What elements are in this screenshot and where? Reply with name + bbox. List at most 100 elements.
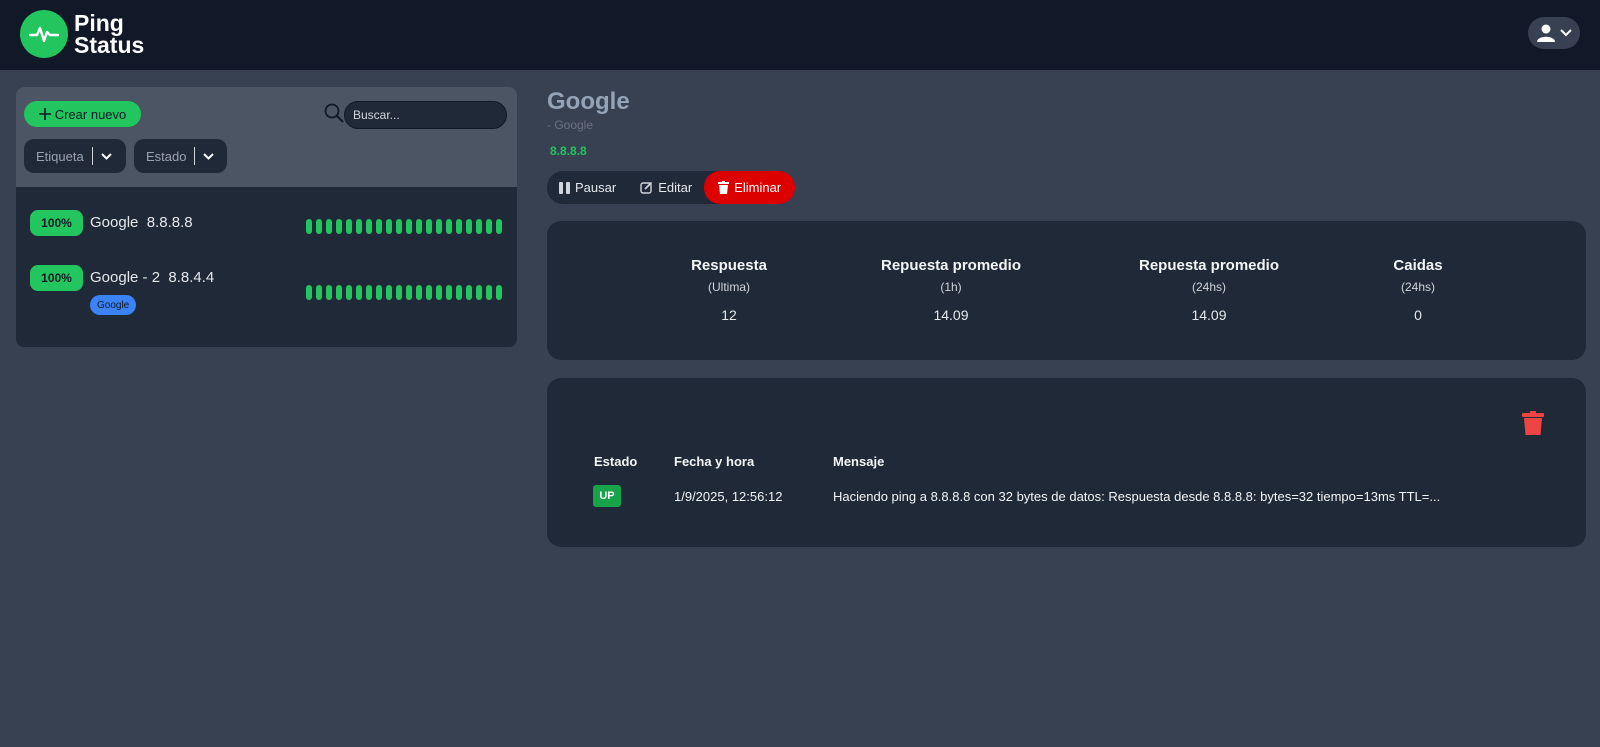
user-menu-button[interactable] [1528,17,1580,49]
heartbeat-tick [326,285,332,300]
filter-divider [194,147,196,165]
clear-events-trash-icon[interactable] [1522,411,1544,435]
stat-subtitle: (1h) [940,280,962,294]
heartbeat-tick [496,285,502,300]
heartbeat-tick [336,219,342,234]
heartbeat-tick [316,219,322,234]
heartbeat-tick [366,219,372,234]
stat-subtitle: (24hs) [1191,280,1226,294]
stat-title: Repuesta promedio [1138,257,1280,274]
event-datetime: 1/9/2025, 12:56:12 [674,489,783,504]
uptime-badge: 100% [30,265,83,291]
monitor-tag-badge: Google [90,295,137,315]
heartbeat-tick [476,285,482,300]
col-header-message: Mensaje [833,454,885,469]
heartbeat-tick [376,285,382,300]
col-header-status: Estado [594,454,638,469]
monitor-actions: Pausar Editar Eliminar [547,171,796,204]
stat-value: 14.09 [1191,307,1227,323]
heartbeat-tick [436,285,442,300]
stat-last-response: Respuesta (Ultima) 12 [629,257,829,323]
heartbeat-tick [446,219,452,234]
logo-line-1: Ping [74,10,124,36]
monitor-list-panel: Crear nuevo Etiqueta Estado 100% Google … [16,87,517,347]
heartbeat-tick [396,285,402,300]
monitor-host: 8.8.8.8 [146,214,193,231]
heartbeat-tick [466,219,472,234]
pulse-icon [20,10,68,58]
pause-button[interactable]: Pausar [547,171,628,204]
heartbeat-tick [406,285,412,300]
heartbeat-tick [436,219,442,234]
monitor-host-link[interactable]: 8.8.8.8 [550,144,587,158]
heartbeat-tick [366,285,372,300]
heartbeat-tick [356,285,362,300]
uptime-badge: 100% [30,210,83,236]
heartbeat-tick [426,219,432,234]
trash-icon [718,181,730,194]
filter-divider [91,147,93,165]
monitor-list-controls: Crear nuevo Etiqueta Estado [16,87,517,187]
monitor-item[interactable]: 100% Google - 2 8.8.4.4 Google [16,253,517,333]
monitor-name: Google - 2 8.8.4.4 [90,269,214,286]
stats-card: Respuesta (Ultima) 12 Repuesta promedio … [547,221,1586,360]
stat-downtime-24h: Caidas (24hs) 0 [1318,257,1518,323]
monitor-item[interactable]: 100% Google 8.8.8.8 [16,195,517,253]
search-icon [324,103,344,123]
status-filter-dropdown[interactable]: Estado [134,139,227,173]
app-logo[interactable]: Ping Status [20,10,144,58]
heartbeat-tick [346,285,352,300]
plus-icon [38,108,51,120]
delete-button[interactable]: Eliminar [704,171,796,204]
monitor-host: 8.8.4.4 [168,269,215,286]
col-header-datetime: Fecha y hora [674,454,755,469]
monitor-title: Google [547,88,630,115]
heartbeat-tick [306,219,312,234]
create-monitor-button[interactable]: Crear nuevo [24,101,141,127]
heartbeat-tick [356,219,362,234]
heartbeat-tick [336,285,342,300]
stat-avg-response-1h: Repuesta promedio (1h) 14.09 [851,257,1051,323]
heartbeat-tick [386,285,392,300]
heartbeat-tick [466,285,472,300]
heartbeat-tick [346,219,352,234]
stat-avg-response-24h: Repuesta promedio (24hs) 14.09 [1109,257,1309,323]
stat-title: Repuesta promedio [880,257,1022,274]
heartbeat-tick [386,219,392,234]
stat-subtitle: (Ultima) [708,280,750,294]
pause-icon [559,181,570,194]
chevron-down-icon [1560,29,1572,37]
heartbeat-tick [496,219,502,234]
stat-subtitle: (24hs) [1400,280,1435,294]
chevron-down-icon [203,152,215,160]
app-name: Ping Status [74,10,145,58]
search-input[interactable] [344,101,507,129]
edit-label: Editar [658,180,693,195]
heartbeat-tick [416,219,422,234]
heartbeat-tick [446,285,452,300]
tag-filter-dropdown[interactable]: Etiqueta [24,139,126,173]
pause-label: Pausar [575,180,617,195]
heartbeat-tick [306,285,312,300]
stat-value: 14.09 [933,307,969,323]
stat-value: 0 [1414,307,1422,323]
heartbeat-tick [486,219,492,234]
monitor-subtitle: - Google [547,118,594,132]
stat-title: Respuesta [691,257,767,274]
heartbeat-bar [306,219,502,234]
stat-title: Caidas [1393,257,1443,274]
heartbeat-tick [396,219,402,234]
heartbeat-tick [416,285,422,300]
user-icon [1537,24,1555,42]
monitor-label: Google [90,214,139,231]
edit-button[interactable]: Editar [628,171,704,204]
status-filter-label: Estado [146,148,187,164]
heartbeat-tick [326,219,332,234]
heartbeat-tick [376,219,382,234]
monitor-label: Google - 2 [90,269,161,286]
heartbeat-tick [486,285,492,300]
heartbeat-bar [306,285,502,300]
logo-line-2: Status [74,32,145,58]
heartbeat-tick [316,285,322,300]
heartbeat-tick [426,285,432,300]
